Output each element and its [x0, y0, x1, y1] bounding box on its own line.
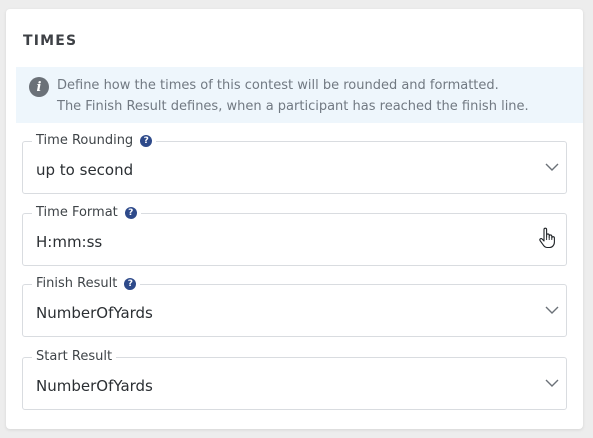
time-format-label: Time Format	[36, 205, 118, 220]
start-result-value: NumberOfYards	[36, 377, 153, 395]
info-line-2: The Finish Result defines, when a partic…	[57, 99, 529, 114]
info-line-1: Define how the times of this contest wil…	[57, 78, 499, 93]
info-icon: i	[29, 77, 49, 97]
finish-result-legend: Finish Result ?	[32, 276, 141, 292]
time-format-legend: Time Format ?	[32, 205, 141, 221]
info-banner: i Define how the times of this contest w…	[16, 67, 583, 123]
time-rounding-value: up to second	[36, 161, 134, 179]
time-rounding-legend: Time Rounding ?	[32, 133, 157, 149]
section-title: TIMES	[23, 33, 78, 49]
help-icon[interactable]: ?	[124, 278, 137, 290]
info-text: Define how the times of this contest wil…	[57, 75, 529, 117]
time-rounding-select[interactable]: Time Rounding ? up to second	[22, 133, 567, 194]
help-icon[interactable]: ?	[140, 135, 153, 147]
hand-cursor-icon	[539, 227, 555, 249]
start-result-select[interactable]: Start Result NumberOfYards	[22, 349, 567, 410]
finish-result-value: NumberOfYards	[36, 304, 153, 322]
start-result-legend: Start Result	[32, 349, 117, 365]
help-icon[interactable]: ?	[124, 207, 137, 219]
time-rounding-label: Time Rounding	[36, 133, 134, 148]
finish-result-select[interactable]: Finish Result ? NumberOfYards	[22, 276, 567, 337]
chevron-down-icon[interactable]	[544, 377, 560, 389]
start-result-label: Start Result	[36, 349, 113, 364]
finish-result-label: Finish Result	[36, 276, 118, 291]
time-format-value: H:mm:ss	[36, 233, 103, 251]
times-card: TIMES i Define how the times of this con…	[6, 9, 583, 429]
chevron-down-icon[interactable]	[544, 161, 560, 173]
time-format-input[interactable]: Time Format ? H:mm:ss	[22, 205, 567, 266]
chevron-down-icon[interactable]	[544, 304, 560, 316]
